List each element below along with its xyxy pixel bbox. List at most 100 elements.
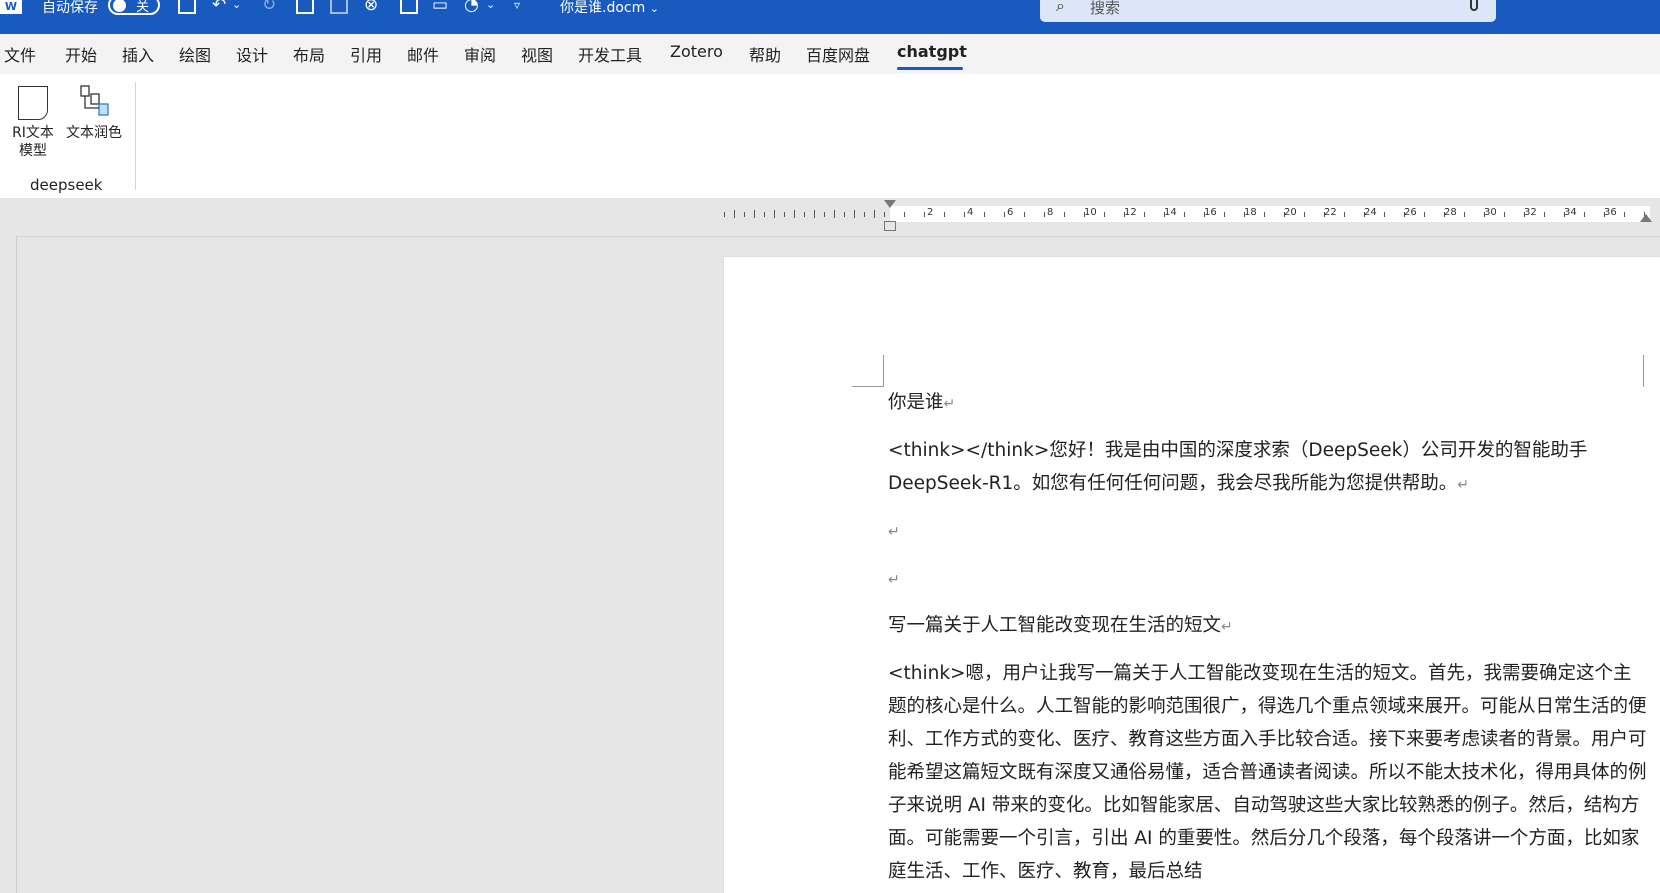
ruler-tick [884,211,885,217]
chevron-down-icon: ⌄ [649,2,659,15]
ruler-number: 8 [1047,207,1054,218]
paragraph-mark: ↵ [1221,619,1233,635]
autosave-label: 自动保存 [42,0,98,16]
ruler-tick [774,210,775,218]
tab-view[interactable]: 视图 [521,42,553,66]
tab-baidu-netdisk[interactable]: 百度网盘 [806,42,870,66]
vertical-ruler[interactable] [0,236,17,893]
ruler-number: 12 [1124,207,1137,218]
ruler-number: 10 [1084,207,1097,218]
redo-icon[interactable]: ↻ [262,0,276,15]
ruler-tick [1184,211,1185,217]
ruler-number: 4 [967,207,974,218]
indent-marker-bottom[interactable] [884,221,896,231]
indent-marker[interactable] [884,200,896,208]
autosave-state: 关 [136,0,150,15]
ri-text-model-button[interactable]: RI文本 模型 [8,86,58,160]
document-paragraph[interactable]: ↵ [888,514,1648,549]
document-paragraph[interactable]: ↵ [888,562,1648,597]
document-icon[interactable] [400,0,418,14]
doc-title-text: 你是谁.docm [560,0,646,16]
microphone-icon[interactable] [1470,0,1478,11]
tab-draw[interactable]: 绘图 [179,42,211,66]
paragraph-text: 写一篇关于人工智能改变现在生活的短文 [888,615,1222,636]
ruler-number: 14 [1164,207,1177,218]
paragraph-text: <think>嗯，用户让我写一篇关于人工智能改变现在生活的短文。首先，我需要确定… [888,663,1647,882]
document-paragraph[interactable]: <think></think>您好！我是由中国的深度求索（DeepSeek）公司… [888,434,1648,502]
ruler-tick [844,211,845,217]
ruler-number: 24 [1364,207,1377,218]
ruler-number: 16 [1204,207,1217,218]
paragraph-mark: ↵ [1457,477,1470,493]
ruler-tick [1044,211,1045,217]
document-paragraph[interactable]: 写一篇关于人工智能改变现在生活的短文↵ [888,609,1648,644]
shapes-icon[interactable]: ◔ [464,0,479,15]
paragraph-mark: ↵ [943,396,956,412]
paragraph-mark: ↵ [888,524,900,540]
tab-zotero[interactable]: Zotero [670,42,723,61]
ruler-tick [1344,211,1345,217]
save-icon[interactable] [178,0,196,14]
template-icon[interactable] [330,0,348,14]
button-label: 文本润色 [66,125,122,141]
ruler-tick [854,210,855,218]
ruler-number: 34 [1564,207,1577,218]
ruler-tick [744,211,745,217]
tab-review[interactable]: 审阅 [464,42,496,66]
paragraph-text: 你是谁 [888,392,944,413]
word-icon: W [0,0,22,14]
comment-icon[interactable]: ▭ [432,0,448,15]
ruler-tick [754,210,755,218]
search-box[interactable]: ⌕ 搜索 [1040,0,1496,22]
document-title[interactable]: 你是谁.docm ⌄ [560,0,659,17]
ruler-number: 18 [1244,207,1257,218]
ribbon-group-label: deepseek [30,176,103,194]
ruler-tick [1144,211,1145,217]
ruler-tick [724,211,725,217]
tab-references[interactable]: 引用 [350,42,382,66]
right-indent-marker[interactable] [1640,214,1652,222]
document-paragraph[interactable]: 你是谁↵ [888,386,1648,421]
tab-mailings[interactable]: 邮件 [407,42,439,66]
shapes-dropdown-icon[interactable]: ⌄ [486,0,495,15]
ruler-number: 30 [1484,207,1497,218]
undo-dropdown-icon[interactable]: ⌄ [232,0,241,15]
ruler-tick [1384,211,1385,217]
ruler-tick [1584,211,1585,217]
crop-mark-left-vertical [883,355,884,387]
ribbon-panel: RI文本 模型 文本润色 deepseek [0,74,1660,199]
ruler-tick [1264,211,1265,217]
active-tab-indicator [897,67,963,70]
autosave-toggle[interactable]: 关 [108,0,160,15]
tab-chatgpt[interactable]: chatgpt [897,42,967,61]
ruler-number: 22 [1324,207,1337,218]
customize-icon[interactable]: ▿ [514,0,520,15]
tab-insert[interactable]: 插入 [122,42,154,66]
tab-file[interactable]: 文件 [4,42,36,66]
ruler-tick [1024,211,1025,217]
ruler-tick [814,210,815,218]
ruler-tick [874,210,875,218]
ruler-tick [804,211,805,217]
ruler-tick [834,210,835,218]
new-doc-icon[interactable] [296,0,314,14]
text-polish-button[interactable]: 文本润色 [62,84,126,142]
ruler-tick [1624,211,1625,217]
tab-developer[interactable]: 开发工具 [578,42,642,66]
tab-home[interactable]: 开始 [65,42,97,66]
tab-help[interactable]: 帮助 [749,42,781,66]
undo-icon[interactable]: ↶ [212,0,226,15]
close-circle-icon[interactable]: ⊗ [364,0,378,15]
tab-design[interactable]: 设计 [236,42,268,66]
ruler-tick [784,211,785,217]
crop-mark-right-vertical [1643,355,1644,387]
document-paragraph[interactable]: <think>嗯，用户让我写一篇关于人工智能改变现在生活的短文。首先，我需要确定… [888,657,1648,888]
search-placeholder: 搜索 [1090,0,1121,17]
button-label-line2: 模型 [19,143,47,159]
ruler-tick [764,211,765,217]
ruler-tick [1464,211,1465,217]
search-icon: ⌕ [1056,0,1065,15]
crop-mark-left-horizontal [852,386,884,387]
ruler-tick [904,211,905,217]
tab-layout[interactable]: 布局 [293,42,325,66]
